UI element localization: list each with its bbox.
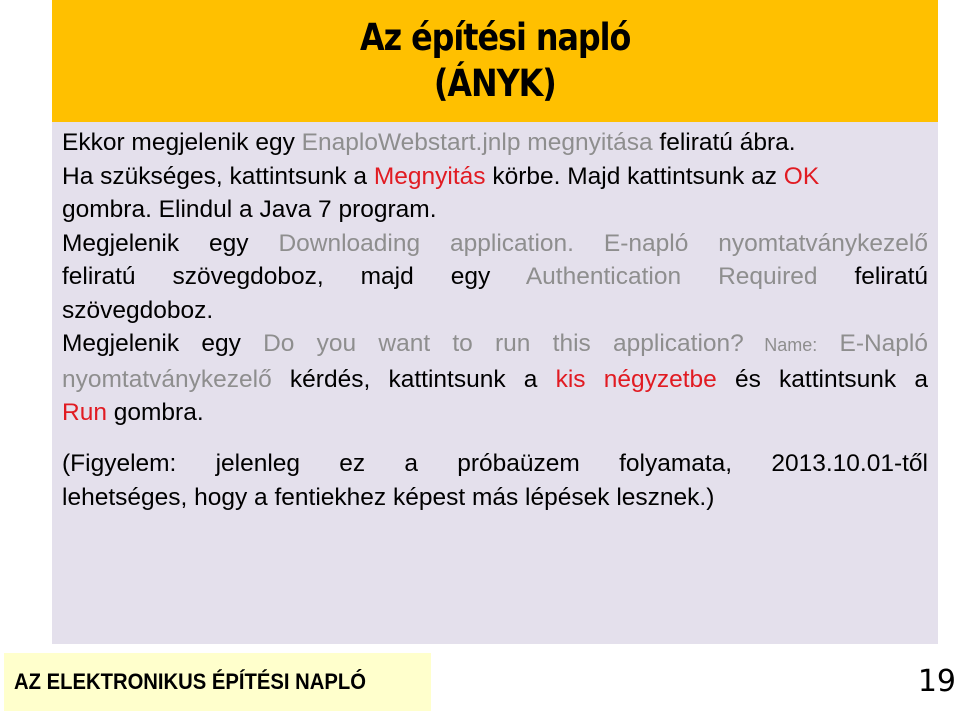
text-run: és kattintsunk a bbox=[716, 365, 928, 393]
footer-label-box: AZ ELEKTRONIKUS ÉPÍTÉSI NAPLÓ bbox=[4, 653, 431, 711]
dialog-name-highlight: Downloading application. E-napló nyomtat… bbox=[278, 229, 928, 257]
text-run: Ha szükséges, kattintsunk a bbox=[62, 162, 374, 190]
dialog-name-highlight: nyomtatványkezelő bbox=[62, 365, 272, 393]
content-panel: Ekkor megjelenik egy EnaploWebstart.jnlp… bbox=[52, 122, 938, 644]
text-run: Megjelenik egy bbox=[62, 229, 279, 257]
slide-number: 19 bbox=[917, 664, 956, 699]
text-run: feliratú ábra. bbox=[652, 129, 796, 156]
text-run: Megjelenik egy bbox=[62, 330, 264, 357]
text-line: gombra. Elindul a Java 7 program. bbox=[62, 193, 928, 227]
slide-title-line-2: (ÁNYK) bbox=[434, 62, 557, 105]
text-run: feliratú szövegdoboz, majd egy bbox=[62, 263, 526, 290]
text-line: feliratú szövegdoboz, majd egy Authentic… bbox=[62, 260, 928, 294]
text-line: (Figyelem: jelenleg ez a próbaüzem folya… bbox=[62, 450, 928, 477]
text-run: körbe. Majd kattintsunk az bbox=[485, 162, 784, 190]
slide-title-line-1: Az építési napló bbox=[359, 16, 631, 59]
text-run: gombra. Elindul a Java 7 program. bbox=[62, 196, 437, 223]
text-run: szövegdoboz. bbox=[62, 296, 214, 324]
footer-label: AZ ELEKTRONIKUS ÉPÍTÉSI NAPLÓ bbox=[14, 669, 366, 694]
text-run: feliratú bbox=[817, 263, 928, 290]
dialog-name-highlight: Do you want to run this application? bbox=[263, 330, 744, 357]
text-line: Run gombra. bbox=[62, 396, 928, 430]
action-highlight: OK bbox=[783, 162, 820, 190]
text-line: szövegdoboz. bbox=[62, 294, 928, 328]
notice-paragraph: (Figyelem: jelenleg ez a próbaüzem folya… bbox=[62, 447, 928, 514]
text-line: Ha szükséges, kattintsunk a Megnyitás kö… bbox=[62, 160, 928, 194]
instructions-paragraph: Ekkor megjelenik egy EnaploWebstart.jnlp… bbox=[62, 126, 928, 430]
text-line: Megjelenik egy Do you want to run this a… bbox=[62, 327, 928, 363]
action-highlight: Megnyitás bbox=[373, 162, 486, 190]
dialog-name-highlight: Authentication Required bbox=[525, 263, 818, 290]
dialog-name-highlight: E-Napló bbox=[817, 330, 928, 357]
text-line: Ekkor megjelenik egy EnaploWebstart.jnlp… bbox=[62, 126, 928, 160]
text-line: Megjelenik egy Downloading application. … bbox=[62, 227, 928, 261]
title-band: Az építési napló (ÁNYK) bbox=[52, 0, 938, 122]
text-run: kérdés, kattintsunk a bbox=[271, 365, 556, 393]
action-highlight: Run bbox=[62, 399, 107, 426]
text-line: nyomtatványkezelő kérdés, kattintsunk a … bbox=[62, 363, 928, 397]
dialog-name-highlight: Name: bbox=[743, 335, 818, 355]
text-line: lehetséges, hogy a fentiekhez képest más… bbox=[62, 483, 715, 511]
text-run: Ekkor megjelenik egy bbox=[62, 129, 302, 156]
dialog-name-highlight: EnaploWebstart.jnlp megnyitása bbox=[301, 129, 653, 156]
text-run: gombra. bbox=[106, 399, 204, 426]
action-highlight: kis négyzetbe bbox=[555, 365, 717, 393]
